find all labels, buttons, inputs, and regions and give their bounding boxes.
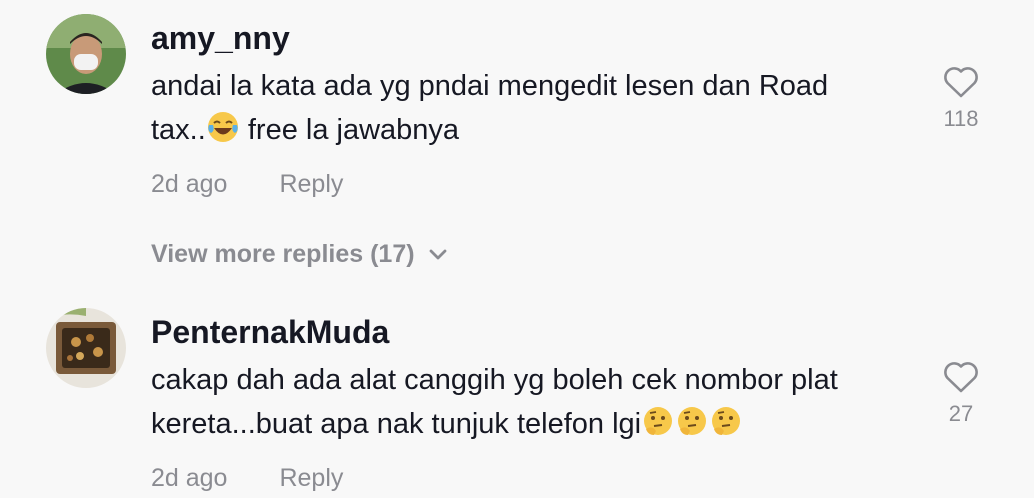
comment-text: andai la kata ada yg pndai mengedit lese… [151,64,921,156]
chevron-down-icon [429,249,446,259]
view-more-label: View more replies (17) [151,240,415,268]
comment-text-line: kereta...buat apa nak tunjuk telefon lgi [151,402,921,450]
heart-icon [944,67,978,98]
comment-username[interactable]: PenternakMuda [151,314,389,351]
like-button[interactable]: 118 [941,66,981,132]
comment-username[interactable]: amy_nny [151,20,290,57]
like-count: 27 [948,401,974,426]
comment-time: 2d ago [151,464,228,492]
comment-text-part: tax.. [151,114,206,146]
comment-text-line: andai la kata ada yg pndai mengedit lese… [151,70,829,102]
thinking-face-emoji [710,405,742,450]
comment-text-part: kereta...buat apa nak tunjuk telefon lgi [151,408,642,440]
thinking-face-emoji [642,405,674,450]
comment-meta: 2d ago Reply [151,464,343,493]
like-count: 118 [943,106,979,131]
comment-text: cakap dah ada alat canggih yg boleh cek … [151,358,921,450]
comment-text-part: free la jawabnya [239,114,460,146]
thinking-face-emoji [676,405,708,450]
heart-icon [944,362,978,393]
reply-button[interactable]: Reply [279,170,343,198]
reply-button[interactable]: Reply [279,464,343,492]
comment-meta: 2d ago Reply [151,170,343,199]
laughing-tears-emoji [207,111,239,156]
avatar[interactable] [46,14,126,94]
comment-text-line: cakap dah ada alat canggih yg boleh cek … [151,364,838,396]
comment-text-line: tax.. free la jawabnya [151,108,921,156]
comment-time: 2d ago [151,170,228,198]
view-more-replies-button[interactable]: View more replies (17) [151,240,447,269]
avatar[interactable] [46,308,126,388]
like-button[interactable]: 27 [941,361,981,427]
